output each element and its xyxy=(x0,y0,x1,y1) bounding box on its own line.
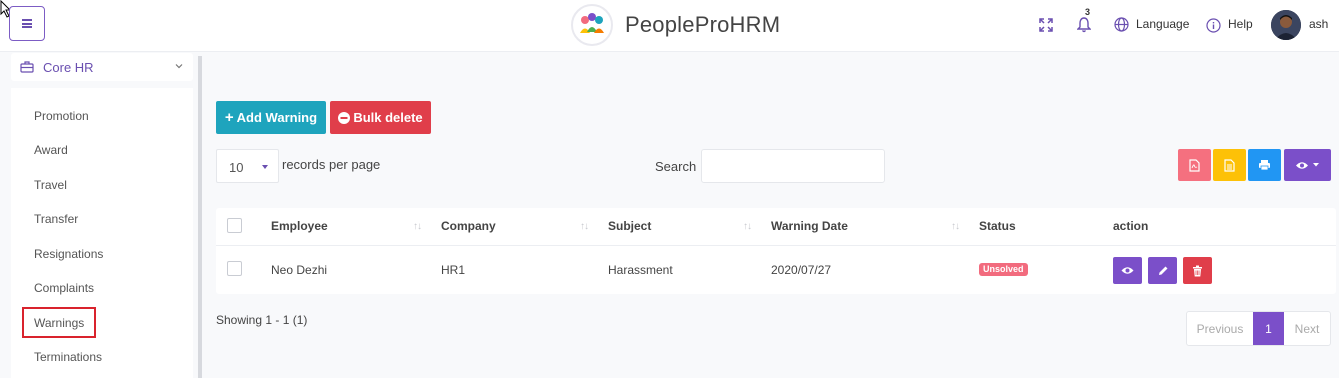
eye-icon xyxy=(1296,161,1308,169)
plus-icon: + xyxy=(224,109,234,126)
column-header-company[interactable]: Company xyxy=(441,219,496,233)
sort-icon[interactable]: ↑↓ xyxy=(743,221,752,232)
sidebar-item-resignations[interactable]: Resignations xyxy=(34,247,103,261)
sort-icon[interactable]: ↑↓ xyxy=(413,221,422,232)
caret-down-icon xyxy=(262,165,268,169)
file-csv-icon xyxy=(1224,158,1235,172)
sidebar-item-promotion[interactable]: Promotion xyxy=(34,109,89,123)
sidebar-item-transfer[interactable]: Transfer xyxy=(34,212,78,226)
brand-logo-icon xyxy=(571,4,613,46)
column-header-action: action xyxy=(1113,219,1149,233)
table-info: Showing 1 - 1 (1) xyxy=(216,313,308,327)
sidebar-scrollbar[interactable] xyxy=(198,56,202,378)
sidebar-toggle-button[interactable] xyxy=(9,6,45,41)
search-input[interactable] xyxy=(701,149,885,183)
edit-button[interactable] xyxy=(1148,257,1177,284)
status-badge: Unsolved xyxy=(979,263,1028,276)
minus-circle-icon xyxy=(338,111,351,124)
view-button[interactable] xyxy=(1113,257,1142,284)
bulk-delete-button[interactable]: Bulk delete xyxy=(330,101,431,134)
pagination-previous[interactable]: Previous xyxy=(1187,312,1253,345)
records-per-page-label: records per page xyxy=(282,157,381,172)
sidebar-item-award[interactable]: Award xyxy=(34,143,68,157)
add-warning-label: Add Warning xyxy=(236,110,318,125)
row-checkbox[interactable] xyxy=(227,261,242,276)
column-header-subject[interactable]: Subject xyxy=(608,219,651,233)
cell-company: HR1 xyxy=(441,263,466,277)
search-label: Search xyxy=(655,159,697,174)
cell-subject: Harassment xyxy=(608,263,673,277)
hamburger-icon xyxy=(22,19,32,28)
sidebar-section-label: Core HR xyxy=(43,59,94,75)
add-warning-button[interactable]: + Add Warning xyxy=(216,101,326,134)
pencil-icon xyxy=(1158,266,1167,275)
column-header-warning-date[interactable]: Warning Date xyxy=(771,219,848,233)
user-avatar[interactable] xyxy=(1271,10,1301,40)
file-pdf-icon xyxy=(1189,158,1200,172)
page-length-value: 10 xyxy=(229,160,244,175)
sort-icon[interactable]: ↑↓ xyxy=(580,221,589,232)
sidebar-section-core-hr[interactable]: Core HR xyxy=(11,53,193,81)
print-button[interactable] xyxy=(1248,149,1281,181)
chevron-down-icon xyxy=(175,64,183,69)
pagination-page-current[interactable]: 1 xyxy=(1253,312,1284,345)
column-header-status[interactable]: Status xyxy=(979,219,1016,233)
export-csv-button[interactable] xyxy=(1213,149,1246,181)
notification-bell-icon[interactable] xyxy=(1077,17,1091,33)
eye-icon xyxy=(1121,267,1134,274)
help-info-icon[interactable] xyxy=(1206,18,1221,33)
language-menu[interactable]: Language xyxy=(1136,17,1189,31)
printer-icon xyxy=(1259,160,1270,171)
export-pdf-button[interactable] xyxy=(1178,149,1211,181)
fullscreen-icon[interactable] xyxy=(1039,18,1053,32)
cell-warning-date: 2020/07/27 xyxy=(771,263,832,277)
caret-down-icon xyxy=(1313,163,1319,167)
column-visibility-button[interactable] xyxy=(1284,149,1331,181)
sidebar-item-complaints[interactable]: Complaints xyxy=(34,281,94,295)
highlight-box xyxy=(22,307,96,338)
trash-icon xyxy=(1193,265,1202,276)
briefcase-icon xyxy=(20,61,34,73)
delete-button[interactable] xyxy=(1183,257,1212,284)
sidebar-item-travel[interactable]: Travel xyxy=(34,178,67,192)
select-all-checkbox[interactable] xyxy=(227,218,242,233)
sidebar-item-terminations[interactable]: Terminations xyxy=(34,350,102,364)
column-header-employee[interactable]: Employee xyxy=(271,219,328,233)
notification-count-badge: 3 xyxy=(1085,7,1091,17)
bulk-delete-label: Bulk delete xyxy=(353,110,423,125)
header-divider xyxy=(216,245,1336,246)
pagination: Previous 1 Next xyxy=(1186,311,1331,346)
page-length-select[interactable]: 10 xyxy=(216,149,279,183)
user-name[interactable]: ash xyxy=(1309,17,1328,31)
help-link[interactable]: Help xyxy=(1228,17,1253,31)
globe-icon[interactable] xyxy=(1114,17,1129,32)
sort-icon[interactable]: ↑↓ xyxy=(951,221,960,232)
pagination-next[interactable]: Next xyxy=(1284,312,1330,345)
brand[interactable]: PeopleProHRM xyxy=(571,4,780,46)
brand-name: PeopleProHRM xyxy=(625,12,781,37)
cell-employee: Neo Dezhi xyxy=(271,263,328,277)
